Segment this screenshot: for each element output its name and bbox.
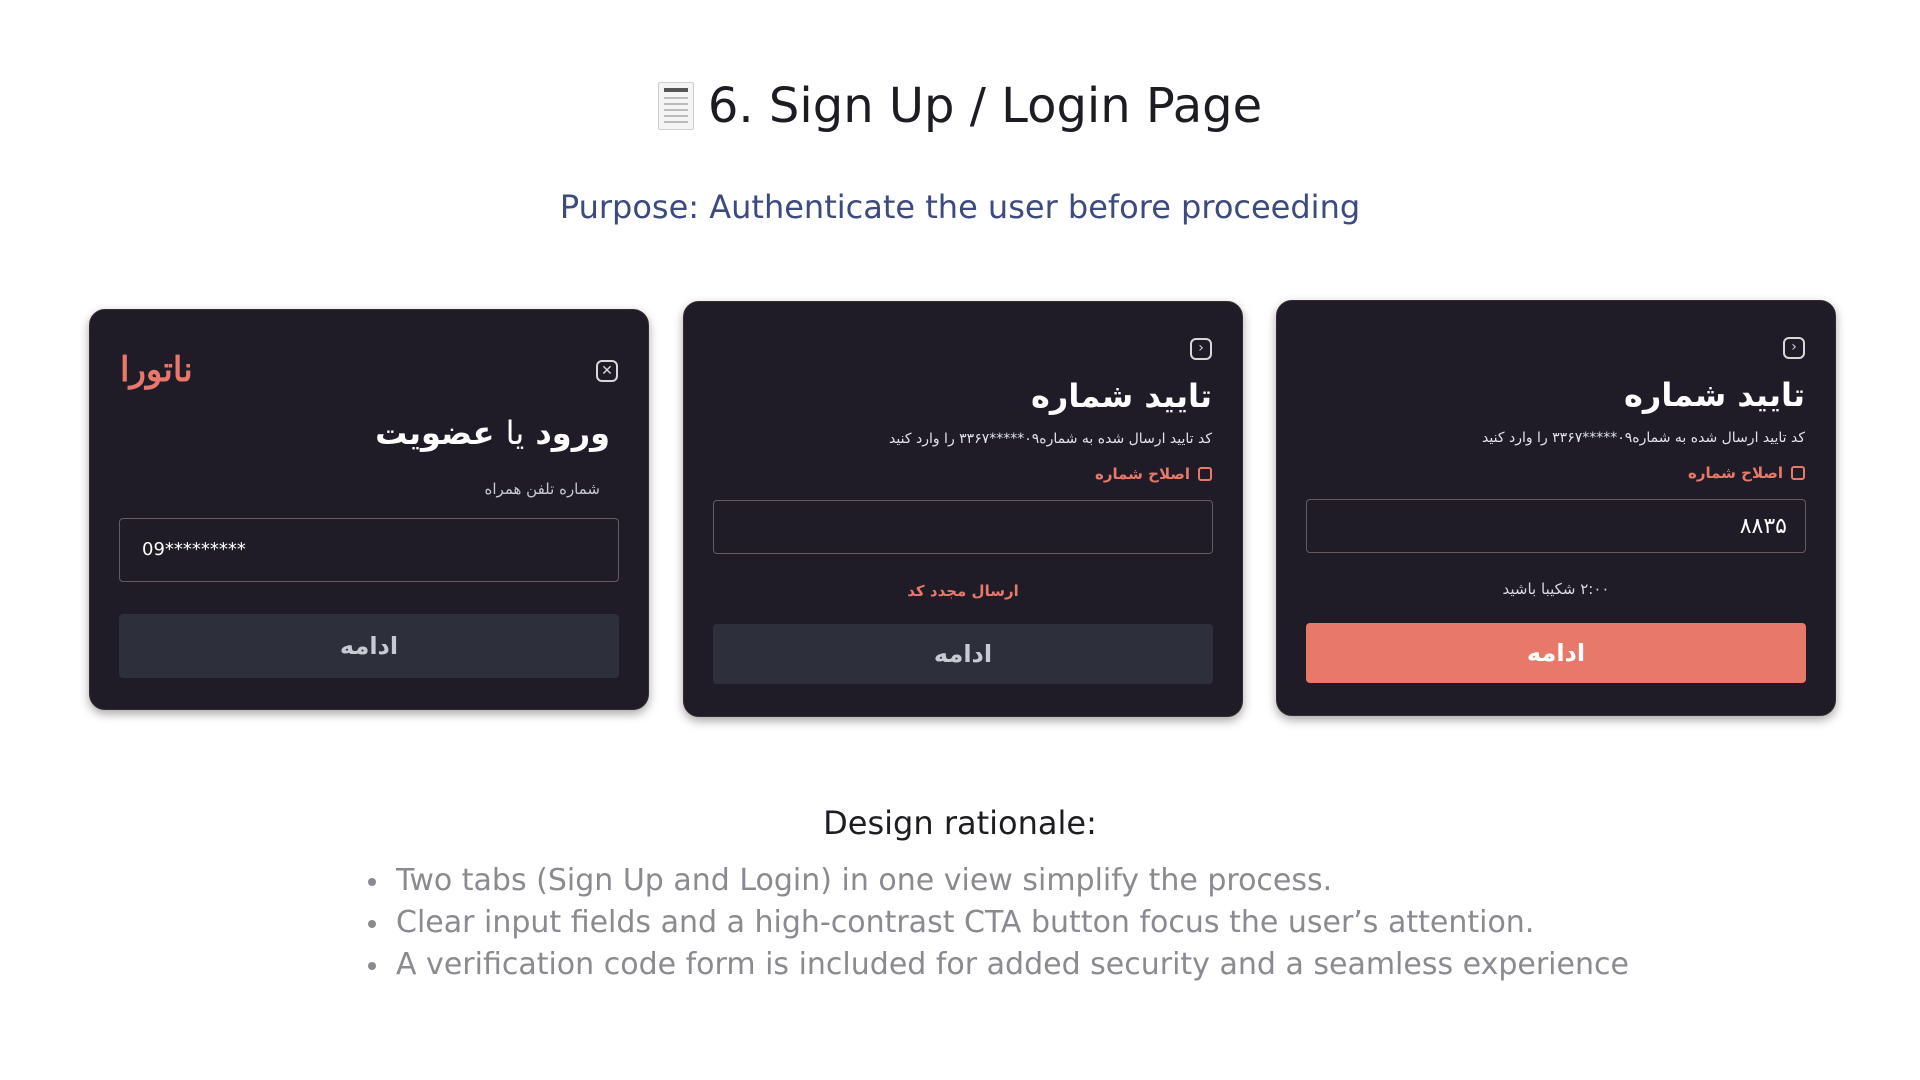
close-icon[interactable]: ✕ [596,360,618,382]
phone-field-label: شماره تلفن همراه [484,480,600,498]
rationale-item: Two tabs (Sign Up and Login) in one view… [368,860,1629,902]
resend-timer: ۲:۰۰ شکیبا باشید [1502,580,1610,598]
resend-code-link[interactable]: ارسال مجدد کد [684,582,1242,600]
receipt-icon [657,82,694,130]
verify-heading: تایید شماره [1031,377,1212,415]
phone-input[interactable]: 09********* [119,518,619,582]
code-input[interactable]: ۸۸۳۵ [1306,499,1806,553]
login-heading: ورود یا عضویت [375,414,610,452]
phone-input-value: 09********* [142,539,246,560]
continue-button[interactable]: ادامه [713,624,1213,684]
code-input[interactable] [713,500,1213,554]
login-card: ناتورا ✕ ورود یا عضویت شماره تلفن همراه … [89,309,649,710]
back-arrow-icon[interactable]: › [1190,338,1212,360]
rationale-item: Clear input fields and a high-contrast C… [368,902,1629,944]
page-subtitle: Purpose: Authenticate the user before pr… [559,188,1361,226]
verify-heading: تایید شماره [1624,376,1805,414]
edit-number-label: اصلاح شماره [1688,464,1783,482]
verify-description: کد تایید ارسال شده به شماره۰۹*****۳۳۶۷ ر… [889,431,1212,447]
page-title-text: 6. Sign Up / Login Page [707,78,1263,134]
edit-icon [1791,466,1805,480]
slide: 6. Sign Up / Login Page Purpose: Authent… [0,0,1920,1080]
brand-logo: ناتورا [120,350,193,390]
rationale-title: Design rationale: [823,804,1097,842]
verify-card-empty: › تایید شماره کد تایید ارسال شده به شمار… [683,301,1243,717]
edit-number-link[interactable]: اصلاح شماره [1688,464,1805,482]
rationale-item: A verification code form is included for… [368,944,1629,986]
edit-number-label: اصلاح شماره [1095,465,1190,483]
login-heading-or: یا [505,414,525,452]
code-input-value: ۸۸۳۵ [1739,514,1787,539]
continue-button-active[interactable]: ادامه [1306,623,1806,683]
login-heading-login: ورود [535,414,610,452]
login-heading-signup: عضویت [375,414,495,452]
edit-number-link[interactable]: اصلاح شماره [1095,465,1212,483]
rationale-list: Two tabs (Sign Up and Login) in one view… [368,860,1629,986]
continue-button[interactable]: ادامه [119,614,619,678]
page-title: 6. Sign Up / Login Page [0,78,1920,134]
verify-description: کد تایید ارسال شده به شماره۰۹*****۳۳۶۷ ر… [1482,430,1805,446]
back-arrow-icon[interactable]: › [1783,337,1805,359]
verify-card-filled: › تایید شماره کد تایید ارسال شده به شمار… [1276,300,1836,716]
edit-icon [1198,467,1212,481]
